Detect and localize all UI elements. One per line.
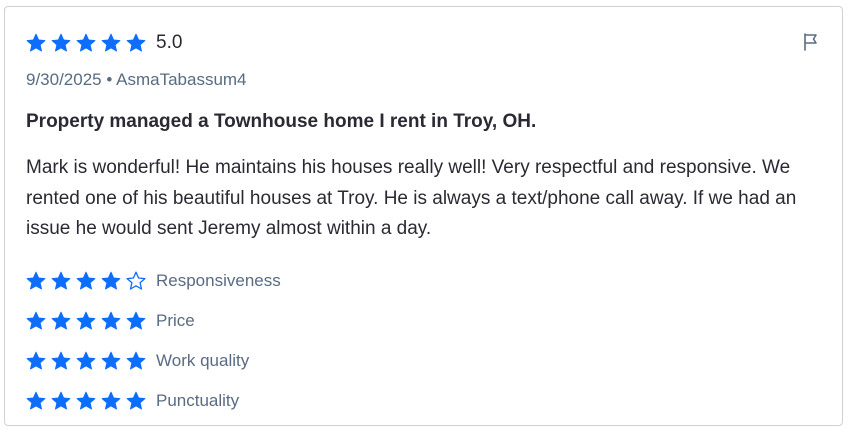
meta-separator: • (106, 70, 113, 89)
sub-rating-label: Price (156, 311, 195, 330)
star-filled-icon (26, 33, 46, 53)
star-filled-icon (76, 351, 96, 371)
star-filled-icon (51, 351, 71, 371)
sub-rating-stars (26, 351, 151, 371)
star-empty-icon (126, 271, 146, 291)
overall-rating: 5.0 (26, 31, 182, 55)
star-filled-icon (76, 391, 96, 411)
overall-score: 5.0 (156, 32, 183, 53)
star-filled-icon (126, 311, 146, 331)
star-filled-icon (51, 271, 71, 291)
sub-rating-label: Responsiveness (156, 271, 281, 290)
flag-icon[interactable] (801, 32, 821, 52)
star-filled-icon (101, 271, 121, 291)
sub-rating-stars (26, 311, 151, 331)
star-filled-icon (51, 391, 71, 411)
star-filled-icon (76, 271, 96, 291)
star-filled-icon (76, 311, 96, 331)
star-filled-icon (101, 391, 121, 411)
star-filled-icon (101, 33, 121, 53)
sub-rating-responsiveness: Responsiveness (26, 261, 281, 301)
sub-rating-label: Work quality (156, 351, 250, 370)
review-author: AsmaTabassum4 (116, 70, 247, 89)
sub-rating-stars (26, 391, 151, 411)
star-filled-icon (26, 351, 46, 371)
sub-rating-label: Punctuality (156, 391, 240, 410)
star-filled-icon (26, 311, 46, 331)
star-filled-icon (26, 391, 46, 411)
review-card: 5.0 9/30/2025 • AsmaTabassum4 Property m… (4, 6, 843, 426)
star-filled-icon (101, 311, 121, 331)
sub-rating-price: Price (26, 301, 281, 341)
star-filled-icon (51, 311, 71, 331)
sub-ratings: Responsiveness Price Work quality Punctu… (26, 261, 281, 421)
sub-rating-stars (26, 271, 151, 291)
review-date: 9/30/2025 (26, 70, 102, 89)
star-filled-icon (76, 33, 96, 53)
star-filled-icon (126, 391, 146, 411)
star-filled-icon (126, 351, 146, 371)
star-filled-icon (26, 271, 46, 291)
star-filled-icon (126, 33, 146, 53)
review-meta: 9/30/2025 • AsmaTabassum4 (26, 70, 247, 90)
review-body: Mark is wonderful! He maintains his hous… (26, 157, 797, 239)
review-title: Property managed a Townhouse home I rent… (26, 111, 537, 132)
star-filled-icon (101, 351, 121, 371)
sub-rating-work-quality: Work quality (26, 341, 281, 381)
overall-stars (26, 33, 151, 53)
star-filled-icon (51, 33, 71, 53)
sub-rating-punctuality: Punctuality (26, 381, 281, 421)
